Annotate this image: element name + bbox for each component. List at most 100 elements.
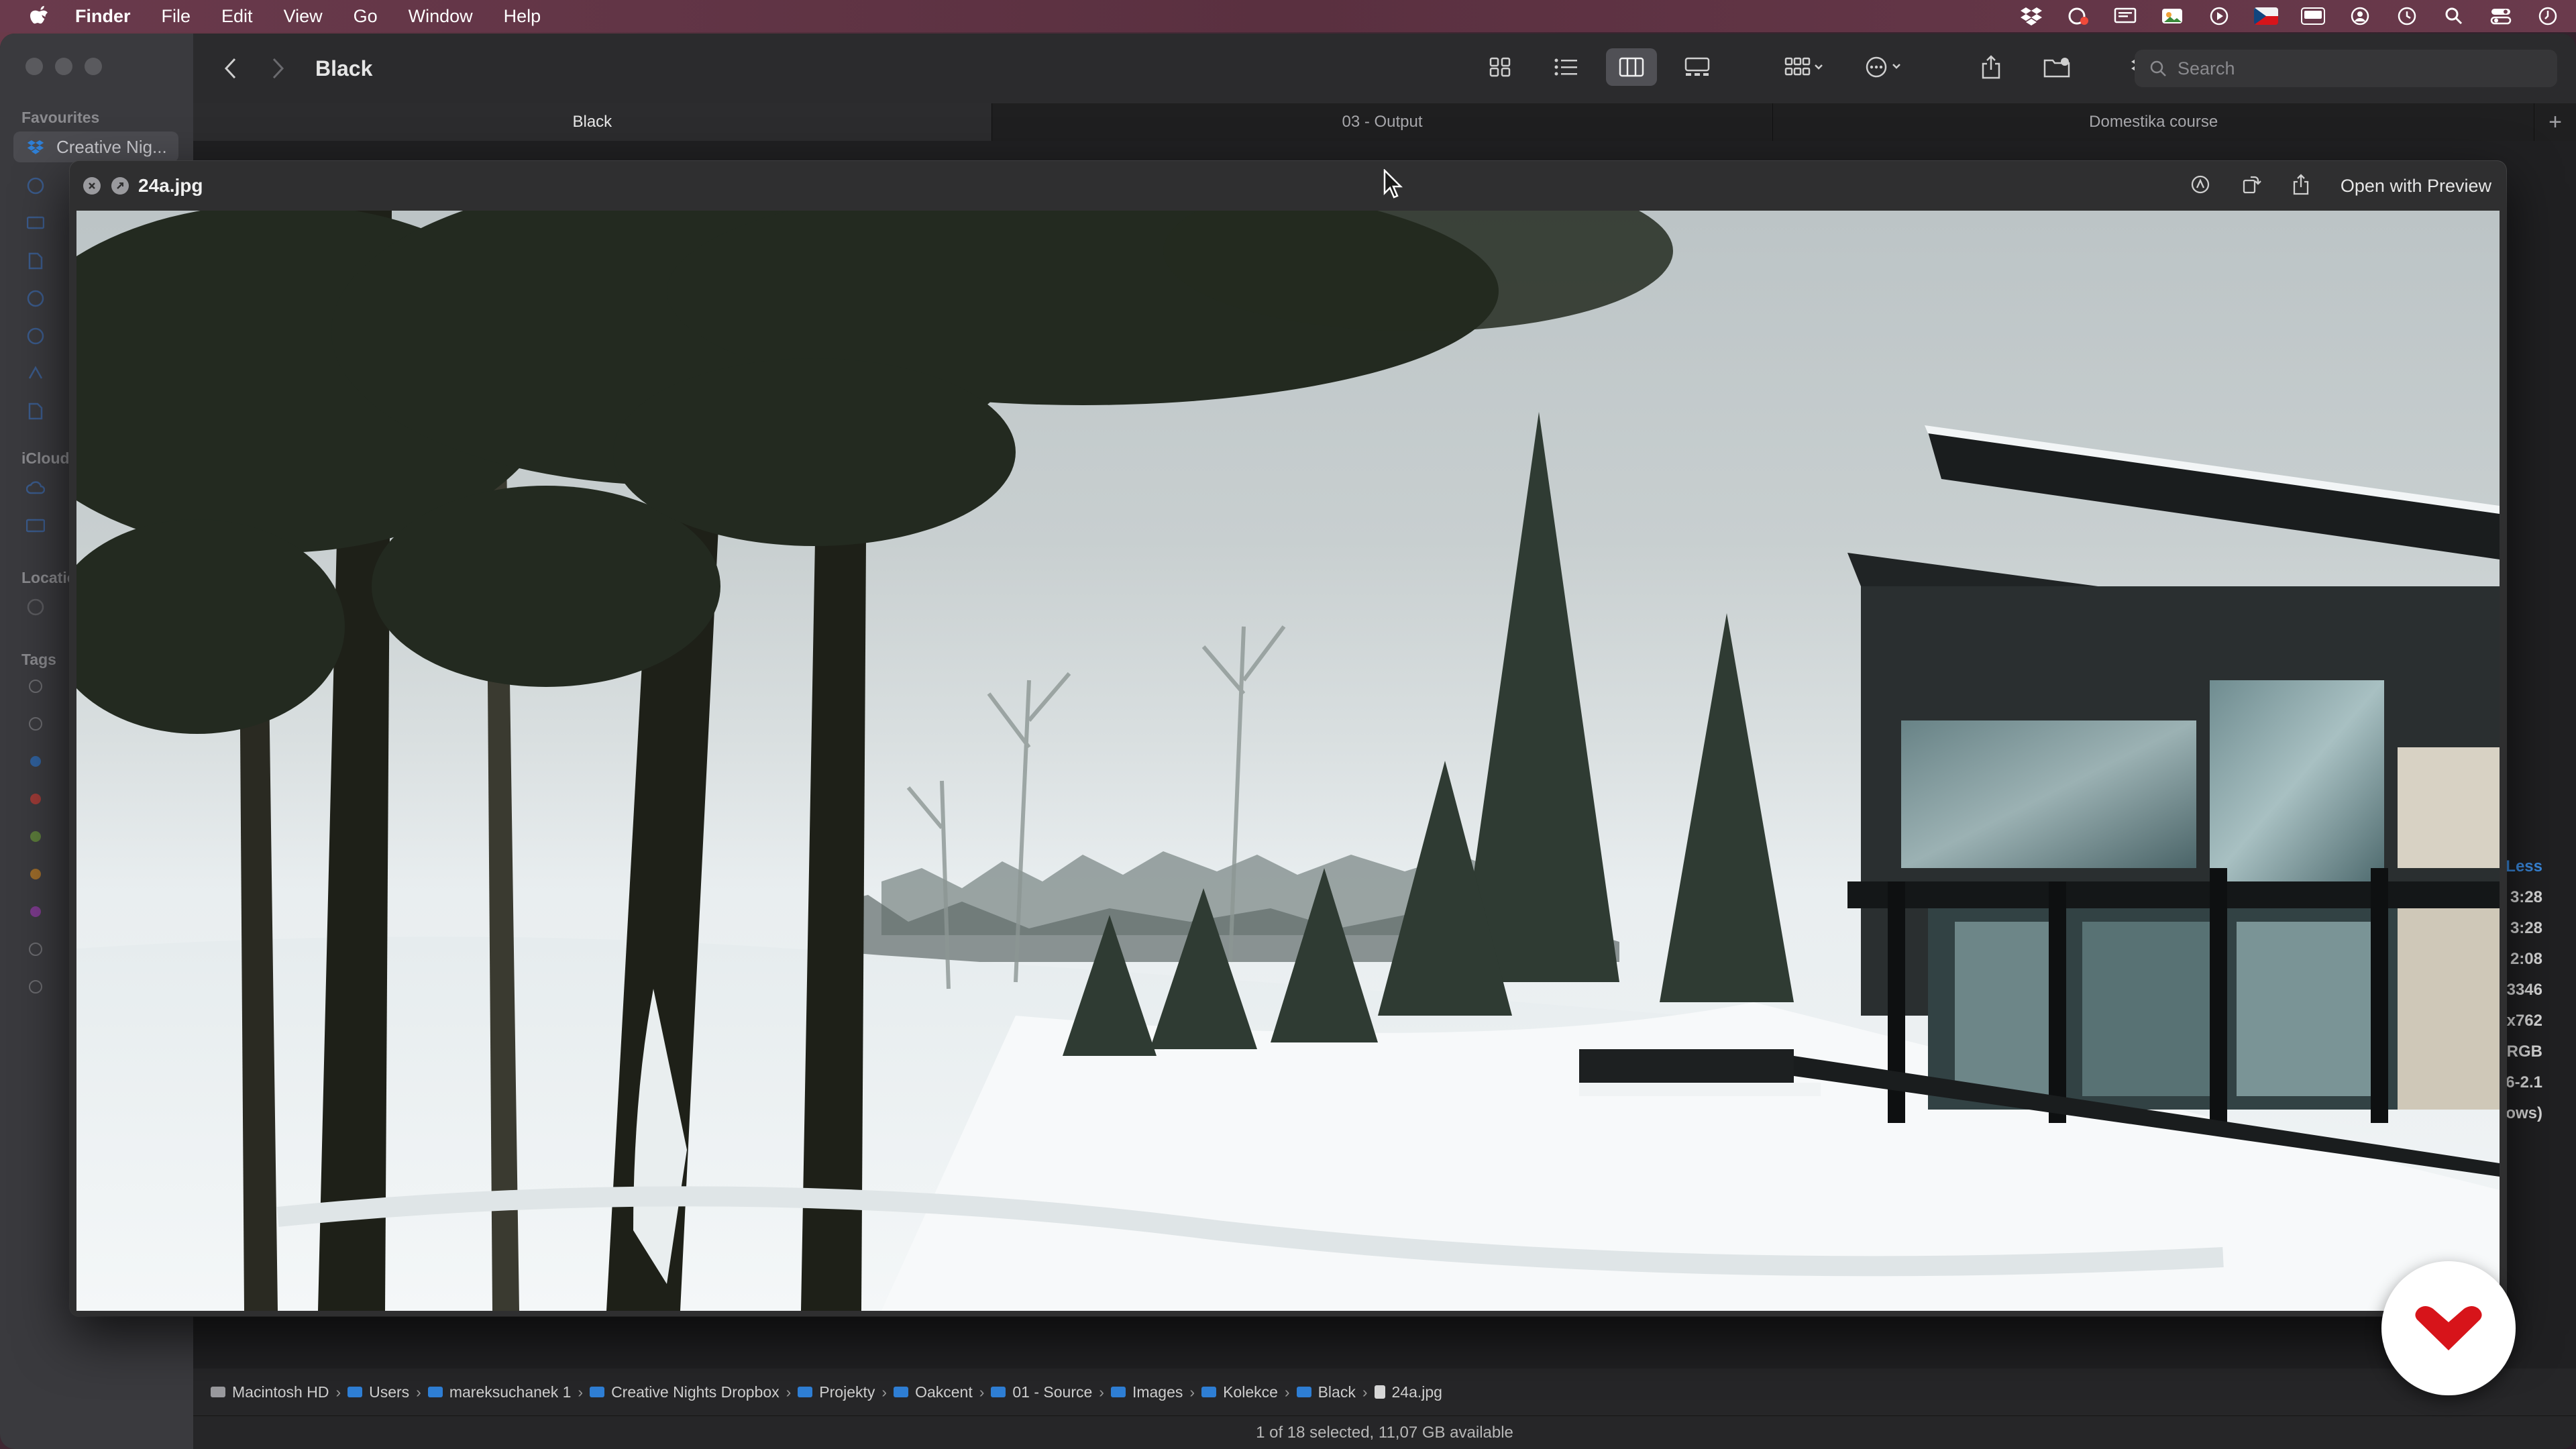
tab-black[interactable]: Black <box>193 103 992 141</box>
sync-app-icon[interactable] <box>2066 4 2090 28</box>
control-center-icon[interactable] <box>2489 4 2513 28</box>
list-view-button[interactable] <box>1540 48 1591 86</box>
menu-finder[interactable]: Finder <box>75 6 131 27</box>
time-machine-icon[interactable] <box>2395 4 2419 28</box>
dropbox-icon[interactable] <box>2019 4 2043 28</box>
path-separator: › <box>416 1383 421 1401</box>
photo-preview <box>76 211 2500 1311</box>
apple-menu-icon[interactable] <box>25 3 52 30</box>
folder-icon <box>590 1387 605 1397</box>
path-segment[interactable]: Oakcent <box>894 1383 973 1401</box>
icon-view-button[interactable] <box>1474 48 1525 86</box>
folder-icon <box>798 1387 813 1397</box>
disk-icon <box>211 1387 225 1397</box>
menu-window[interactable]: Window <box>409 6 473 27</box>
path-label: 01 - Source <box>1012 1383 1093 1401</box>
path-separator: › <box>578 1383 584 1401</box>
path-label: 24a.jpg <box>1391 1383 1442 1401</box>
open-with-preview-button[interactable]: Open with Preview <box>2341 176 2491 197</box>
path-segment[interactable]: 01 - Source <box>991 1383 1092 1401</box>
more-actions-button[interactable] <box>1858 48 1911 86</box>
column-view-button[interactable] <box>1606 48 1657 86</box>
tag-dot-icon <box>25 902 46 922</box>
pine-canopy <box>76 211 1673 734</box>
back-button[interactable] <box>211 48 251 89</box>
tag-dot-icon <box>25 714 46 734</box>
markup-icon[interactable] <box>2190 174 2210 198</box>
path-segment[interactable]: Images <box>1110 1383 1183 1401</box>
quick-look-actions: Open with Preview <box>2190 161 2491 211</box>
path-label: Images <box>1132 1383 1183 1401</box>
folder-icon <box>1110 1387 1126 1397</box>
quick-look-window: 24a.jpg Open with Preview <box>70 161 2506 1316</box>
battery-icon[interactable] <box>2301 4 2325 28</box>
fullscreen-icon[interactable] <box>111 177 129 195</box>
tag-dot-icon <box>29 717 42 731</box>
path-segment[interactable]: Macintosh HD <box>211 1383 329 1401</box>
window-controls <box>25 58 102 75</box>
folder-icon <box>347 1387 363 1397</box>
tag-dot-icon <box>30 869 41 879</box>
forward-button[interactable] <box>258 48 298 89</box>
path-separator: › <box>786 1383 792 1401</box>
info-value-8: ows) <box>2506 1104 2542 1122</box>
path-segment[interactable]: Black <box>1296 1383 1356 1401</box>
group-by-button[interactable] <box>1778 48 1830 86</box>
path-segment[interactable]: mareksuchanek 1 <box>427 1383 572 1401</box>
czech-flag-icon[interactable] <box>2254 4 2278 28</box>
sidebar-item-creative-nights[interactable]: Creative Nig... <box>13 131 178 162</box>
path-separator: › <box>1362 1383 1368 1401</box>
search-field[interactable]: Search <box>2135 50 2557 87</box>
close-icon[interactable] <box>83 177 101 195</box>
share-icon[interactable] <box>2292 173 2310 199</box>
airdrop-icon <box>25 364 46 384</box>
search-placeholder: Search <box>2178 58 2235 78</box>
menu-help[interactable]: Help <box>504 6 541 27</box>
tab-output[interactable]: 03 - Output <box>992 103 1774 141</box>
path-segment[interactable]: 24a.jpg <box>1374 1383 1442 1401</box>
sidebar-section-icloud: iCloud <box>21 449 70 467</box>
path-label: Users <box>369 1383 410 1401</box>
quick-look-filename: 24a.jpg <box>138 175 203 196</box>
zoom-window-button[interactable] <box>85 58 102 75</box>
heart-logo-icon <box>2415 1306 2482 1350</box>
info-value-6: RGB <box>2506 1042 2542 1061</box>
path-bar: Macintosh HD › Users › mareksuchanek 1 › Cr… <box>193 1368 2576 1415</box>
close-window-button[interactable] <box>25 58 43 75</box>
app-logo-badge[interactable] <box>2381 1261 2516 1395</box>
gallery-view-button[interactable] <box>1672 48 1723 86</box>
menu-file[interactable]: File <box>162 6 191 27</box>
path-separator: › <box>979 1383 985 1401</box>
display-icon[interactable] <box>2113 4 2137 28</box>
photos-app-icon[interactable] <box>2160 4 2184 28</box>
path-segment[interactable]: Creative Nights Dropbox <box>590 1383 780 1401</box>
folder-title: Black <box>315 56 373 80</box>
tag-dot-icon <box>25 751 46 771</box>
tag-dot-icon <box>29 680 42 693</box>
status-bar: 1 of 18 selected, 11,07 GB available <box>193 1415 2576 1449</box>
clock-icon[interactable] <box>2536 4 2560 28</box>
info-value-4: 3346 <box>2506 981 2542 999</box>
play-icon[interactable] <box>2207 4 2231 28</box>
menu-edit[interactable]: Edit <box>221 6 253 27</box>
new-folder-button[interactable] <box>2031 48 2082 86</box>
all-tags-icon <box>29 980 42 994</box>
spotlight-search-icon[interactable] <box>2442 4 2466 28</box>
new-tab-button[interactable]: + <box>2534 103 2576 141</box>
path-segment[interactable]: Kolekce <box>1201 1383 1278 1401</box>
tag-dot-icon <box>25 826 46 847</box>
info-value-2: 3:28 <box>2510 919 2542 937</box>
minimize-window-button[interactable] <box>55 58 72 75</box>
share-button[interactable] <box>1966 48 2017 86</box>
menu-bar: Finder File Edit View Go Window Help <box>0 0 2576 32</box>
menu-go[interactable]: Go <box>354 6 378 27</box>
tab-domestika-course[interactable]: Domestika course <box>1773 103 2535 141</box>
user-icon[interactable] <box>2348 4 2372 28</box>
path-segment[interactable]: Users <box>347 1383 409 1401</box>
rotate-icon[interactable] <box>2241 174 2261 198</box>
info-less-link[interactable]: Less <box>2506 857 2542 876</box>
menu-view[interactable]: View <box>284 6 323 27</box>
folder-icon <box>427 1387 443 1397</box>
path-segment[interactable]: Projekty <box>798 1383 875 1401</box>
path-label: mareksuchanek 1 <box>449 1383 572 1401</box>
